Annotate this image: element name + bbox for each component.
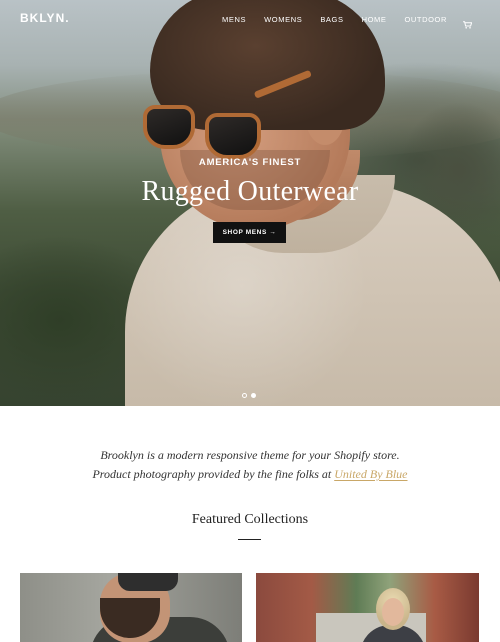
sunglasses-lens-right	[205, 113, 261, 159]
card-model-beanie	[118, 573, 178, 591]
cart-icon[interactable]	[463, 16, 473, 29]
nav-item-mens[interactable]: MENS	[222, 15, 246, 24]
hero-title: Rugged Outerwear	[141, 176, 359, 207]
hero-banner: BKLYN. MENS WOMENS BAGS HOME OUTDOOR AME…	[0, 0, 500, 406]
slide-dot-1[interactable]	[242, 393, 247, 398]
intro-text: Brooklyn is a modern responsive theme fo…	[0, 446, 500, 484]
cart-icon-glyph	[463, 20, 473, 29]
intro-line-2-prefix: Product photography provided by the fine…	[92, 467, 335, 481]
collection-card-mens[interactable]	[20, 573, 242, 642]
intro-line-2: Product photography provided by the fine…	[0, 465, 500, 484]
main-nav: MENS WOMENS BAGS HOME OUTDOOR	[204, 15, 473, 29]
slideshow-dots	[242, 393, 260, 398]
nav-item-womens[interactable]: WOMENS	[264, 15, 302, 24]
collection-card-womens[interactable]	[256, 573, 479, 642]
sunglasses-lens-left	[143, 105, 195, 149]
nav-item-bags[interactable]: BAGS	[320, 15, 343, 24]
nav-item-outdoor[interactable]: OUTDOOR	[404, 15, 447, 24]
united-by-blue-link[interactable]: United By Blue	[334, 467, 407, 481]
site-logo[interactable]: BKLYN.	[20, 11, 70, 25]
slide-dot-2-active[interactable]	[251, 393, 256, 398]
nav-item-home[interactable]: HOME	[362, 15, 387, 24]
featured-collections-title: Featured Collections	[191, 512, 309, 527]
card-model-face	[382, 598, 404, 626]
hero-eyebrow: AMERICA'S FINEST	[198, 157, 302, 168]
shop-mens-button[interactable]: SHOP MENS →	[213, 222, 286, 243]
section-divider	[238, 539, 261, 540]
intro-line-1: Brooklyn is a modern responsive theme fo…	[100, 448, 400, 462]
